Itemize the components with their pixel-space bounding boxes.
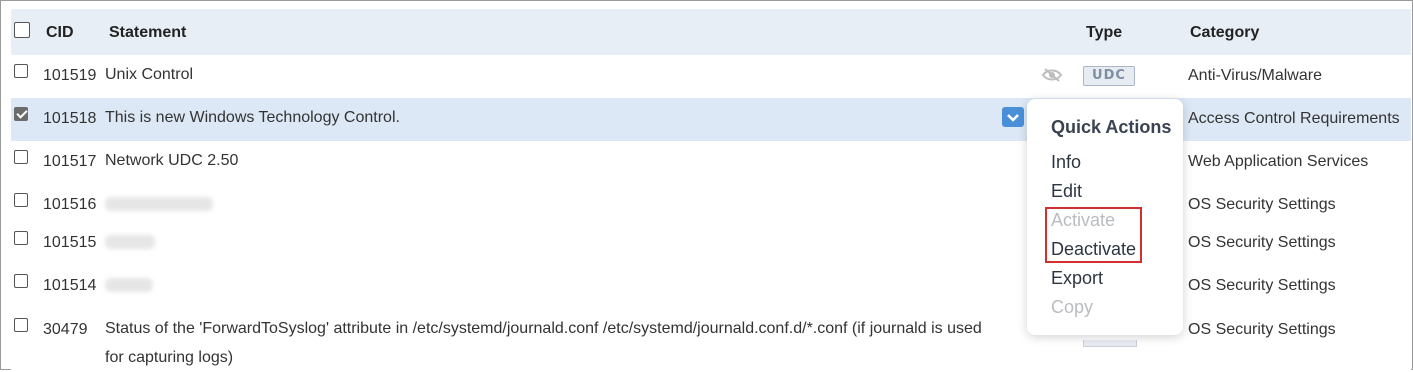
table-row[interactable]: 101516 OS Security Settings <box>11 184 1411 223</box>
header-statement[interactable]: Statement <box>109 24 186 42</box>
row-statement[interactable]: Unix Control <box>105 60 193 89</box>
row-statement-redacted <box>105 227 155 259</box>
row-category: Access Control Requirements <box>1188 110 1400 127</box>
table-row[interactable]: 101514 OS Security Settings <box>11 265 1411 310</box>
type-badge <box>1083 340 1137 347</box>
row-statement-line: Status of the 'ForwardToSyslog' attribut… <box>105 320 982 337</box>
row-cid: 101516 <box>43 196 97 213</box>
row-checkbox[interactable] <box>14 64 28 78</box>
type-badge-udc: UDC <box>1083 66 1135 86</box>
row-category: OS Security Settings <box>1188 321 1336 338</box>
row-checkbox[interactable] <box>14 231 28 245</box>
row-cid: 101518 <box>43 110 97 127</box>
row-statement-redacted <box>105 189 213 221</box>
row-category: OS Security Settings <box>1188 234 1336 251</box>
menu-item-copy: Copy <box>1051 297 1094 317</box>
chevron-down-icon <box>1007 114 1019 122</box>
table-row[interactable]: 30479 Status of the 'ForwardToSyslog' at… <box>11 309 1411 371</box>
row-cid: 101514 <box>43 277 97 294</box>
row-statement-redacted <box>105 270 153 302</box>
menu-item-export[interactable]: Export <box>1051 268 1103 289</box>
table-header: CID Statement Type Category <box>11 9 1411 56</box>
menu-item-info[interactable]: Info <box>1051 152 1081 173</box>
row-checkbox[interactable] <box>14 274 28 288</box>
eye-slash-icon[interactable] <box>1041 67 1063 83</box>
row-checkbox[interactable] <box>14 318 28 332</box>
select-all-checkbox[interactable] <box>14 22 30 38</box>
row-statement[interactable]: Network UDC 2.50 <box>105 146 238 175</box>
table-row[interactable]: 101515 OS Security Settings <box>11 222 1411 266</box>
quick-actions-title: Quick Actions <box>1051 117 1172 137</box>
row-cid: 101519 <box>43 67 97 84</box>
highlight-box <box>1045 207 1142 263</box>
row-statement[interactable]: Status of the 'ForwardToSyslog' attribut… <box>105 314 1005 372</box>
table-row[interactable]: 101519 Unix Control UDC Anti-Virus/Malwa… <box>11 55 1411 99</box>
menu-item-edit[interactable]: Edit <box>1051 181 1082 202</box>
row-checkbox[interactable] <box>14 150 28 164</box>
row-category: OS Security Settings <box>1188 196 1336 213</box>
header-type[interactable]: Type <box>1086 24 1122 42</box>
row-category: Web Application Services <box>1188 153 1369 170</box>
row-checkbox[interactable] <box>14 193 28 207</box>
table-row-selected[interactable]: 101518 This is new Windows Technology Co… <box>11 98 1411 142</box>
row-actions-dropdown-button[interactable] <box>1002 107 1024 127</box>
row-category: Anti-Virus/Malware <box>1188 67 1322 84</box>
row-cid: 30479 <box>43 321 88 338</box>
table-row[interactable]: 101517 Network UDC 2.50 Web Application … <box>11 141 1411 185</box>
row-checkbox-checked[interactable] <box>14 107 28 121</box>
header-cid[interactable]: CID <box>46 24 74 42</box>
row-cid: 101517 <box>43 153 97 170</box>
row-statement[interactable]: This is new Windows Technology Control. <box>105 103 400 132</box>
row-category: OS Security Settings <box>1188 277 1336 294</box>
header-category[interactable]: Category <box>1190 24 1259 42</box>
row-cid: 101515 <box>43 234 97 251</box>
row-statement-line: for capturing logs) <box>105 349 234 366</box>
